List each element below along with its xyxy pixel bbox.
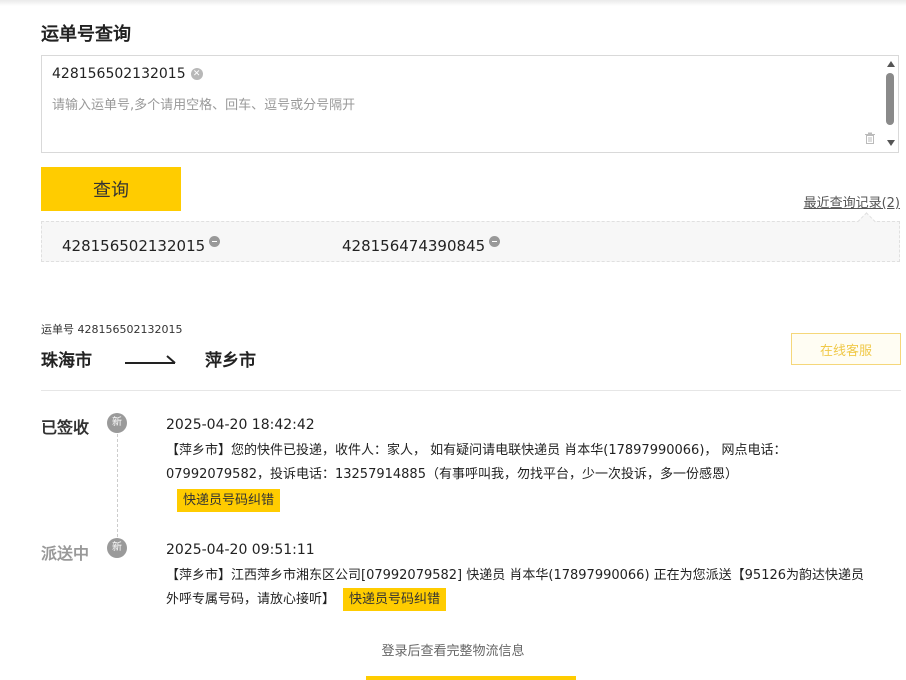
event-text: 【萍乡市】江西萍乡市湘东区公司[07992079582] 快递员 肖本华(178…: [166, 568, 865, 607]
new-badge: 新: [107, 413, 127, 433]
scroll-up-icon[interactable]: [887, 61, 895, 67]
history-number: 428156474390845: [342, 237, 486, 255]
login-button-edge[interactable]: [366, 676, 576, 680]
history-number: 428156502132015: [62, 237, 206, 255]
tracking-number-input[interactable]: 428156502132015 ✕ 请输入运单号,多个请用空格、回车、逗号或分号…: [41, 55, 899, 153]
event-time: 2025-04-20 18:42:42: [166, 417, 315, 433]
event-text: 【萍乡市】您的快件已投递，收件人：家人， 如有疑问请电联快递员 肖本华(1789…: [166, 443, 787, 482]
page-title: 运单号查询: [41, 24, 131, 45]
divider: [41, 390, 901, 391]
recent-queries-panel: 428156502132015 428156474390845: [41, 221, 900, 262]
new-badge: 新: [107, 538, 127, 558]
remove-history-icon[interactable]: [489, 235, 501, 247]
history-item[interactable]: 428156502132015: [62, 235, 221, 255]
event-status: 派送中: [41, 544, 90, 563]
scroll-down-icon[interactable]: [887, 140, 895, 146]
tracking-number-tag: 428156502132015 ✕: [52, 66, 203, 82]
tracking-number-label: 运单号 428156502132015: [41, 323, 183, 336]
route-arrow-icon: [125, 355, 176, 364]
courier-number-fix-button[interactable]: 快递员号码纠错: [343, 588, 447, 611]
event-description: 【萍乡市】江西萍乡市湘东区公司[07992079582] 快递员 肖本华(178…: [166, 564, 866, 612]
scroll-thumb[interactable]: [886, 73, 894, 125]
history-item[interactable]: 428156474390845: [342, 235, 501, 255]
timeline-line: [117, 434, 118, 542]
search-button[interactable]: 查询: [41, 167, 181, 211]
input-placeholder: 请输入运单号,多个请用空格、回车、逗号或分号隔开: [52, 98, 356, 113]
event-status: 已签收: [41, 418, 90, 437]
top-shadow: [0, 0, 906, 6]
route-destination: 萍乡市: [205, 351, 256, 371]
tag-value: 428156502132015: [52, 66, 186, 82]
online-service-button[interactable]: 在线客服: [791, 333, 901, 365]
remove-history-icon[interactable]: [209, 235, 221, 247]
scrollbar[interactable]: [882, 56, 898, 152]
login-hint-link[interactable]: 登录后查看完整物流信息: [0, 640, 906, 659]
courier-number-fix-button[interactable]: 快递员号码纠错: [177, 489, 281, 512]
event-time: 2025-04-20 09:51:11: [166, 542, 315, 558]
route-origin: 珠海市: [41, 351, 92, 371]
event-description: 【萍乡市】您的快件已投递，收件人：家人， 如有疑问请电联快递员 肖本华(1789…: [166, 439, 866, 513]
remove-tag-icon[interactable]: ✕: [190, 68, 203, 80]
recent-queries-link[interactable]: 最近查询记录(2): [804, 192, 900, 211]
trash-icon[interactable]: [864, 132, 876, 144]
